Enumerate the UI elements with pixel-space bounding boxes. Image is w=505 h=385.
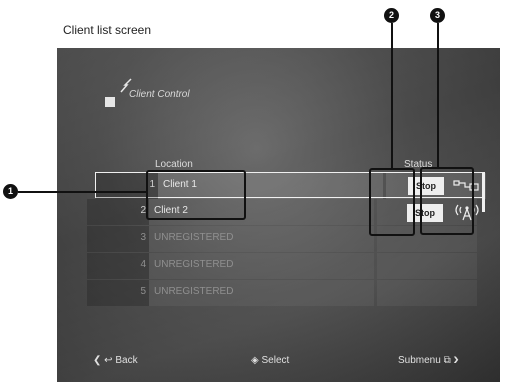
app-title: Client Control <box>129 89 190 100</box>
callout-line-1 <box>18 191 147 193</box>
client-row-4[interactable]: 4 UNREGISTERED <box>87 253 477 279</box>
callout-line-3 <box>437 23 439 168</box>
logo-square-icon <box>105 97 115 107</box>
callout-box-3 <box>420 167 474 235</box>
back-label: Back <box>115 355 138 366</box>
callout-badge-2: 2 <box>384 8 399 23</box>
select-diamond-icon: ◈ <box>251 355 259 366</box>
submenu-button[interactable]: Submenu ⧉ ❯ <box>398 355 459 366</box>
client-name: UNREGISTERED <box>154 259 234 270</box>
callout-box-1 <box>146 170 246 220</box>
header-location: Location <box>155 159 193 170</box>
callout-badge-1: 1 <box>3 184 18 199</box>
scrollbar[interactable] <box>482 172 485 212</box>
row-number: 4 <box>140 259 146 270</box>
client-name: UNREGISTERED <box>154 232 234 243</box>
select-button[interactable]: ◈ Select <box>251 355 289 366</box>
select-label: Select <box>261 355 290 366</box>
submenu-label: Submenu <box>398 355 441 366</box>
client-row-3[interactable]: 3 UNREGISTERED <box>87 226 477 252</box>
submenu-icon: ⧉ <box>443 355 451 366</box>
status-cell <box>377 253 477 279</box>
row-number: 3 <box>140 232 146 243</box>
callout-badge-3: 3 <box>430 8 445 23</box>
client-name: UNREGISTERED <box>154 286 234 297</box>
row-number-cell: 2 <box>87 199 149 225</box>
status-cell <box>377 280 477 306</box>
row-number: 5 <box>140 286 146 297</box>
row-number-cell: 4 <box>87 253 149 279</box>
row-number-cell: 5 <box>87 280 149 306</box>
callout-box-2 <box>369 168 415 236</box>
chevron-right-icon: ❯ <box>453 355 459 366</box>
client-row-5[interactable]: 5 UNREGISTERED <box>87 280 477 306</box>
chevron-left-icon: ❮ <box>93 355 102 366</box>
row-number-cell: 3 <box>87 226 149 252</box>
callout-line-2 <box>391 23 393 170</box>
return-arrow-icon: ↩ <box>104 355 113 366</box>
back-button[interactable]: ❮ ↩ Back <box>93 355 138 366</box>
caption: Client list screen <box>63 23 152 37</box>
